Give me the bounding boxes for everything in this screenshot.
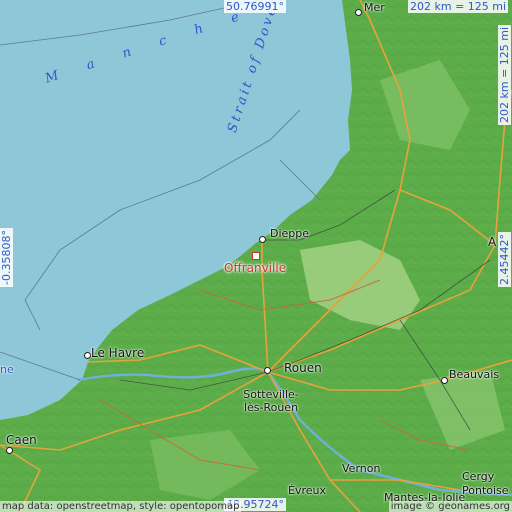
- place-marker-le-havre: [84, 352, 91, 359]
- place-label-sotteville: Sotteville-lès-Rouen: [243, 388, 299, 414]
- place-label-amiens-partial: A: [488, 235, 497, 249]
- place-marker-caen: [6, 447, 13, 454]
- coord-east: 2.45442°: [498, 232, 511, 287]
- place-label-dieppe: Dieppe: [270, 227, 310, 240]
- target-place-label: Offranville: [224, 261, 287, 275]
- place-label-pontoise: Pontoise: [462, 484, 509, 497]
- coord-west: -0.35808°: [0, 228, 13, 287]
- scale-right: 202 km = 125 mi: [498, 24, 511, 125]
- place-label-vernon: Vernon: [342, 462, 381, 475]
- place-label-mer: Mer: [364, 1, 385, 14]
- place-label-caen: Caen: [6, 433, 37, 447]
- attribution-right: image © geonames.org: [388, 501, 512, 512]
- coord-north: 50.76991°: [224, 0, 286, 13]
- place-label-partial-left: ne: [0, 363, 14, 376]
- target-marker: [252, 252, 260, 260]
- place-label-rouen: Rouen: [284, 361, 322, 375]
- scale-top: 202 km = 125 mi: [408, 0, 509, 13]
- place-marker-mer: [355, 9, 362, 16]
- attribution-left: map data: openstreetmap, style: opentopo…: [0, 501, 242, 512]
- place-label-le-havre: Le Havre: [91, 346, 145, 360]
- place-label-cergy: Cergy: [462, 470, 495, 483]
- place-marker-beauvais: [441, 377, 448, 384]
- place-label-beauvais: Beauvais: [449, 368, 500, 381]
- place-marker-dieppe: [259, 236, 266, 243]
- place-label-evreux: Évreux: [288, 484, 326, 497]
- place-marker-rouen: [264, 367, 271, 374]
